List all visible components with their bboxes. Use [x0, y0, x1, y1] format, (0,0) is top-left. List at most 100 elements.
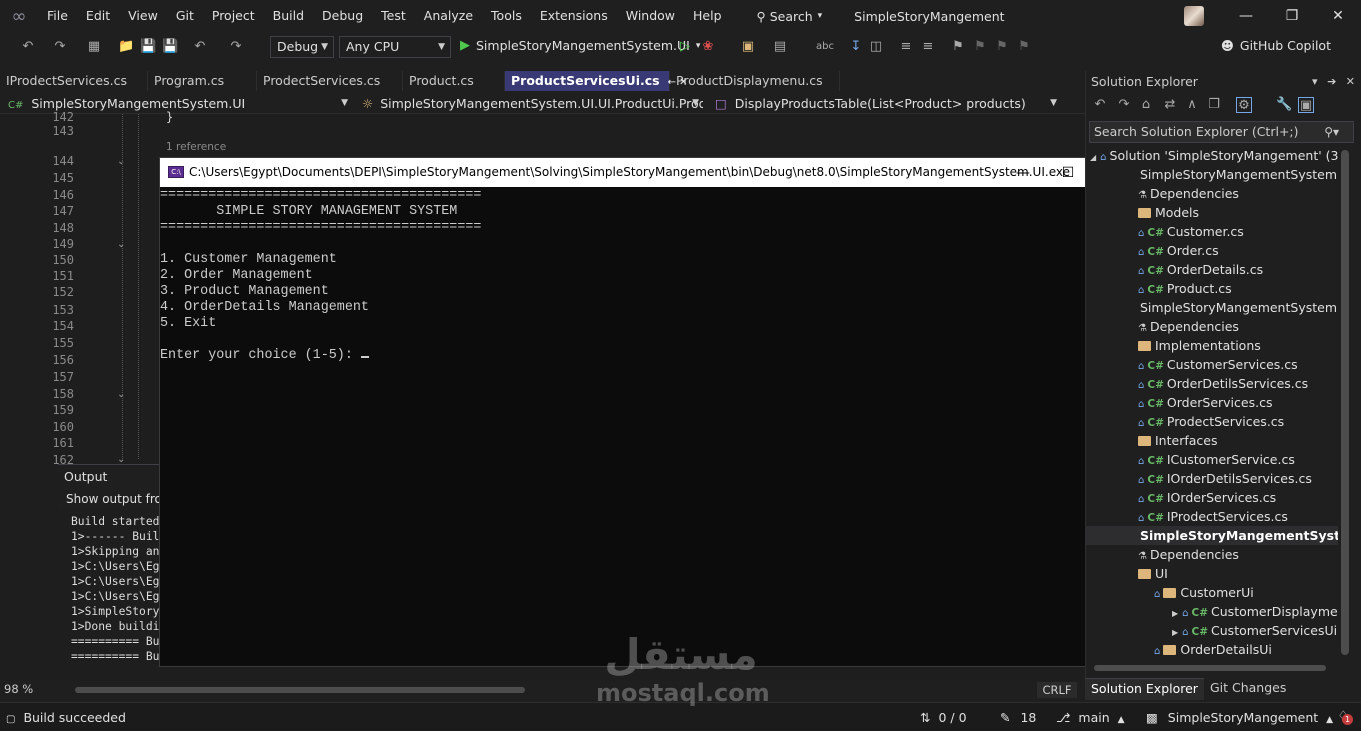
hot-reload-icon[interactable]: ❀ — [700, 39, 716, 55]
tree-item[interactable]: ⌂ C# OrderServices.cs — [1086, 393, 1338, 412]
show-all-files-icon[interactable]: ❐ — [1206, 97, 1222, 113]
member-dropdown[interactable]: □ DisplayProductsTable(List<Product> pro… — [711, 94, 1061, 113]
home-icon[interactable]: ⌂ — [1138, 97, 1154, 113]
notifications-bell-icon[interactable]: ♢1 — [1337, 709, 1353, 725]
tree-item[interactable]: Models — [1086, 203, 1338, 222]
editor-horizontal-scrollbar[interactable] — [75, 687, 525, 693]
github-copilot-button[interactable]: ☻ GitHub Copilot — [1221, 38, 1331, 53]
tree-item[interactable]: ⌂ C# Customer.cs — [1086, 222, 1338, 241]
preview-icon[interactable]: ▣ — [1298, 97, 1314, 113]
close-button[interactable]: ✕ — [1315, 0, 1361, 32]
properties-icon[interactable]: 🔧 — [1276, 97, 1292, 113]
open-folder-icon[interactable]: 📁 — [118, 39, 134, 55]
document-tab[interactable]: ProductDisplaymenu.cs — [670, 71, 840, 91]
console-minimize-button[interactable]: — — [1000, 158, 1046, 187]
layout-icon[interactable]: ▤ — [772, 39, 788, 55]
browse-folder-icon[interactable]: ▣ — [740, 39, 756, 55]
tab-git-changes[interactable]: Git Changes — [1204, 678, 1292, 700]
visual-studio-logo-icon[interactable]: ∞ — [0, 0, 38, 32]
dropdown-icon[interactable]: ▾ — [1312, 75, 1318, 88]
menu-item[interactable]: Tools — [482, 0, 531, 32]
sync-status[interactable]: ⇅ 0 / 0 — [920, 710, 967, 725]
tree-item[interactable]: UI — [1086, 564, 1338, 583]
tree-item[interactable]: ⌂ C# Product.cs — [1086, 279, 1338, 298]
navigate-forward-icon[interactable]: ↷ — [52, 39, 68, 55]
uncomment-icon[interactable]: ≡ — [920, 39, 936, 55]
console-title-bar[interactable]: C:\ C:\Users\Egypt\Documents\DEPI\Simple… — [160, 158, 1119, 187]
back-icon[interactable]: ↶ — [1092, 97, 1108, 113]
type-dropdown[interactable]: ☼ SimpleStoryMangementSystem.UI.UI.Produ… — [358, 94, 703, 113]
pin-icon[interactable]: ➔ — [1327, 75, 1336, 88]
menu-item[interactable]: Analyze — [415, 0, 482, 32]
avatar[interactable] — [1184, 6, 1204, 26]
menu-item[interactable]: Project — [203, 0, 264, 32]
collapse-all-icon[interactable]: ∧ — [1184, 97, 1200, 113]
search-button[interactable]: ⚲ Search ▾ — [749, 9, 831, 24]
tree-item[interactable]: ⌂ CustomerUi — [1086, 583, 1338, 602]
redo-icon[interactable]: ↷ — [228, 39, 244, 55]
branch-selector[interactable]: ⎇ main ▲ — [1056, 710, 1125, 725]
tree-item[interactable]: ⚗ Dependencies — [1086, 545, 1338, 564]
tree-item[interactable]: ⚗ Dependencies — [1086, 317, 1338, 336]
close-icon[interactable]: ✕ — [1346, 75, 1355, 88]
codelens-references[interactable]: 1 reference — [166, 141, 226, 153]
menu-item[interactable]: View — [119, 0, 167, 32]
zoom-level[interactable]: 98 % — [4, 682, 33, 696]
tab-solution-explorer[interactable]: Solution Explorer — [1085, 678, 1204, 700]
step-icon[interactable]: ↧ — [848, 39, 864, 55]
document-tab[interactable]: ProductServicesUi.cs ← ✕ — [505, 71, 688, 91]
tree-item[interactable]: Interfaces — [1086, 431, 1338, 450]
tree-item[interactable]: ⌂ C# OrderDetails.cs — [1086, 260, 1338, 279]
tree-item[interactable]: SimpleStoryMangementSystem.Servic — [1086, 298, 1338, 317]
console-output[interactable]: ========================================… — [160, 188, 481, 364]
menu-item[interactable]: Extensions — [531, 0, 617, 32]
tree-item[interactable]: ⌂ C# IProdectServices.cs — [1086, 507, 1338, 526]
tree-item[interactable]: ⌂ C# CustomerServices.cs — [1086, 355, 1338, 374]
tree-item[interactable]: ◢⌂Solution 'SimpleStoryMangement' (3 of … — [1086, 146, 1338, 165]
menu-item[interactable]: Edit — [77, 0, 119, 32]
scroll-thumb[interactable] — [1341, 150, 1349, 655]
pending-edits[interactable]: ✎ 18 — [1000, 710, 1036, 725]
new-project-icon[interactable]: ▦ — [86, 39, 102, 55]
breakpoint-window-icon[interactable]: ◫ — [868, 39, 884, 55]
configuration-select[interactable]: Debug ▼ — [270, 36, 334, 58]
document-tab[interactable]: ProdectServices.cs — [257, 71, 403, 91]
tree-item[interactable]: ▶⌂C#CustomerDisplaymenu.cs — [1086, 602, 1338, 621]
repository-selector[interactable]: ▩ SimpleStoryMangement ▲ — [1146, 710, 1333, 725]
tree-item[interactable]: ▶⌂C#CustomerServicesUi.cs — [1086, 621, 1338, 640]
solution-horizontal-scrollbar[interactable] — [1086, 661, 1338, 675]
forward-icon[interactable]: ↷ — [1116, 97, 1132, 113]
save-all-icon[interactable]: 💾 — [162, 39, 178, 55]
menu-item[interactable]: Help — [684, 0, 731, 32]
menu-item[interactable]: Git — [167, 0, 203, 32]
navigate-back-icon[interactable]: ↶ — [20, 39, 36, 55]
tree-item[interactable]: SimpleStoryMangementSystem.UI — [1086, 526, 1338, 545]
filter-icon[interactable]: ⚙ — [1236, 97, 1252, 113]
next-bookmark-icon[interactable]: ⚑ — [994, 39, 1010, 55]
sync-icon[interactable]: ⇄ — [1162, 97, 1178, 113]
minimize-button[interactable]: — — [1223, 0, 1269, 32]
tree-item[interactable]: ⌂ C# ProdectServices.cs — [1086, 412, 1338, 431]
tree-item[interactable]: SimpleStoryMangementSystem.Core — [1086, 165, 1338, 184]
tree-item[interactable]: ⌂ C# IOrderServices.cs — [1086, 488, 1338, 507]
restore-button[interactable]: ❐ — [1269, 0, 1315, 32]
menu-item[interactable]: Test — [372, 0, 415, 32]
tree-item[interactable]: ⌂ C# OrderDetilsServices.cs — [1086, 374, 1338, 393]
solution-search-input[interactable]: Search Solution Explorer (Ctrl+;) ⚲▾ — [1089, 121, 1354, 143]
tree-item[interactable]: ⚗ Dependencies — [1086, 184, 1338, 203]
clear-bookmarks-icon[interactable]: ⚑ — [1016, 39, 1032, 55]
tree-item[interactable]: ⌂ C# Order.cs — [1086, 241, 1338, 260]
menu-item[interactable]: File — [38, 0, 77, 32]
document-tab[interactable]: Product.cs — [403, 71, 505, 91]
bookmark-icon[interactable]: ⚑ — [950, 39, 966, 55]
scroll-thumb[interactable] — [1094, 665, 1326, 671]
document-tab[interactable]: IProdectServices.cs — [0, 71, 148, 91]
document-tab[interactable]: Program.cs — [148, 71, 257, 91]
menu-item[interactable]: Debug — [313, 0, 372, 32]
start-debugging-button[interactable]: ▶ SimpleStoryMangementSystem.UI ▾ — [460, 38, 700, 53]
platform-select[interactable]: Any CPU ▼ — [339, 36, 451, 58]
output-log[interactable]: Build started 1>------ Buil 1>Skipping an 1… — [58, 510, 160, 666]
undo-icon[interactable]: ↶ — [192, 39, 208, 55]
tree-item[interactable]: ⌂ OrderDetailsUi — [1086, 640, 1338, 659]
console-window[interactable]: C:\ C:\Users\Egypt\Documents\DEPI\Simple… — [159, 157, 1119, 667]
